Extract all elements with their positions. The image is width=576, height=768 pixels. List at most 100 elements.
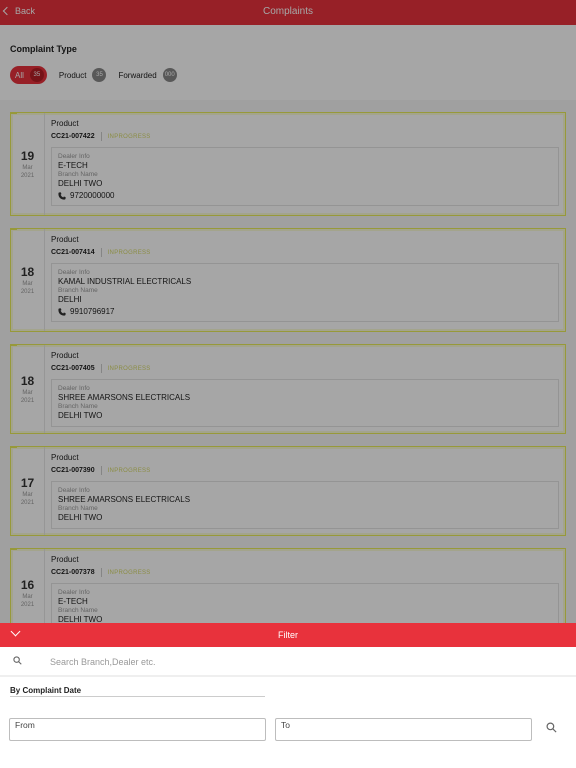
divider [100, 568, 102, 577]
complaint-date: 19 Mar 2021 [11, 113, 45, 215]
complaint-card[interactable]: 19 Mar 2021 Product CC21-007422 INPROGRE… [10, 112, 566, 216]
complaint-type-section: Complaint Type All 35 Product 35 Forward… [0, 25, 576, 100]
count-badge: 35 [29, 68, 44, 82]
status-badge: INPROGRESS [107, 467, 151, 474]
status-badge: INPROGRESS [107, 365, 151, 372]
divider [100, 132, 102, 141]
complaint-category: Product [51, 119, 79, 128]
branch-name: DELHI [58, 295, 82, 304]
date-year: 2021 [20, 173, 35, 179]
date-day: 19 [20, 149, 35, 163]
to-placeholder: To [281, 720, 290, 730]
status-badge: INPROGRESS [107, 133, 151, 140]
dealer-info-box: Dealer Info SHREE AMARSONS ELECTRICALS B… [51, 379, 559, 427]
complaint-category: Product [51, 555, 79, 564]
complaint-category: Product [51, 351, 79, 360]
filter-header[interactable]: Filter [0, 623, 576, 647]
from-placeholder: From [15, 720, 35, 730]
date-filter-label: By Complaint Date [10, 686, 82, 695]
date-day: 16 [20, 578, 35, 592]
complaint-card[interactable]: 18 Mar 2021 Product CC21-007414 INPROGRE… [10, 228, 566, 332]
complaint-card[interactable]: 17 Mar 2021 Product CC21-007390 INPROGRE… [10, 446, 566, 536]
dealer-info-label: Dealer Info [58, 487, 90, 494]
chip-all[interactable]: All 35 [10, 66, 47, 84]
complaint-ref: CC21-007378 [51, 569, 95, 576]
divider [100, 466, 102, 475]
complaint-category: Product [51, 453, 79, 462]
date-month: Mar [22, 594, 33, 600]
branch-name-label: Branch Name [58, 607, 98, 614]
date-year: 2021 [20, 289, 35, 295]
complaint-ref: CC21-007405 [51, 365, 95, 372]
complaint-ref: CC21-007414 [51, 249, 95, 256]
branch-name: DELHI TWO [58, 615, 103, 623]
date-year: 2021 [20, 602, 35, 608]
divider [100, 364, 102, 373]
date-day: 18 [20, 265, 35, 279]
phone-icon [58, 191, 66, 200]
filter-title: Filter [278, 630, 298, 640]
dealer-name: SHREE AMARSONS ELECTRICALS [58, 393, 191, 402]
dealer-info-label: Dealer Info [58, 589, 90, 596]
status-badge: INPROGRESS [107, 249, 151, 256]
dealer-phone[interactable]: 9910796917 [58, 307, 552, 316]
complaint-ref-row: CC21-007405 INPROGRESS [51, 364, 151, 373]
date-day: 17 [20, 476, 35, 490]
phone-icon [58, 307, 66, 316]
branch-name: DELHI TWO [58, 513, 103, 522]
complaint-date: 18 Mar 2021 [11, 229, 45, 331]
complaint-type-title: Complaint Type [10, 44, 77, 54]
phone-number: 9910796917 [70, 307, 115, 316]
dealer-info-box: Dealer Info E-TECH Branch Name DELHI TWO… [51, 147, 559, 206]
count-badge: 000 [162, 68, 177, 82]
chip-forwarded[interactable]: Forwarded 000 [118, 66, 177, 84]
branch-name-label: Branch Name [58, 403, 98, 410]
search-input[interactable] [50, 653, 550, 671]
dealer-info-label: Dealer Info [58, 153, 90, 160]
chip-label: All [15, 70, 24, 80]
search-row [0, 647, 576, 677]
search-icon [13, 656, 22, 665]
complaint-type-chips: All 35 Product 35 Forwarded 000 [10, 66, 177, 84]
branch-name: DELHI TWO [58, 411, 103, 420]
chip-label: Product [58, 70, 87, 80]
dealer-info-box: Dealer Info KAMAL INDUSTRIAL ELECTRICALS… [51, 263, 559, 322]
dealer-name: E-TECH [58, 597, 88, 606]
branch-name: DELHI TWO [58, 179, 103, 188]
phone-number: 9720000000 [70, 191, 115, 200]
chip-label: Forwarded [118, 70, 157, 80]
dealer-name: E-TECH [58, 161, 88, 170]
complaint-date: 18 Mar 2021 [11, 345, 45, 433]
from-date-field[interactable]: From [9, 718, 266, 741]
complaint-ref-row: CC21-007390 INPROGRESS [51, 466, 151, 475]
page-title: Complaints [262, 6, 314, 17]
dealer-info-label: Dealer Info [58, 385, 90, 392]
complaint-category: Product [51, 235, 79, 244]
date-month: Mar [22, 492, 33, 498]
to-date-field[interactable]: To [275, 718, 532, 741]
complaint-ref-row: CC21-007414 INPROGRESS [51, 248, 151, 257]
divider [100, 248, 102, 257]
dealer-info-box: Dealer Info E-TECH Branch Name DELHI TWO [51, 583, 559, 623]
date-month: Mar [22, 390, 33, 396]
complaint-ref-row: CC21-007378 INPROGRESS [51, 568, 151, 577]
branch-name-label: Branch Name [58, 171, 98, 178]
status-badge: INPROGRESS [107, 569, 151, 576]
complaint-list[interactable]: 19 Mar 2021 Product CC21-007422 INPROGRE… [0, 100, 576, 623]
date-year: 2021 [20, 398, 35, 404]
complaint-card[interactable]: 18 Mar 2021 Product CC21-007405 INPROGRE… [10, 344, 566, 434]
chip-product[interactable]: Product 35 [59, 66, 107, 84]
dealer-info-box: Dealer Info SHREE AMARSONS ELECTRICALS B… [51, 481, 559, 529]
branch-name-label: Branch Name [58, 505, 98, 512]
dealer-phone[interactable]: 9720000000 [58, 191, 552, 200]
date-year: 2021 [20, 500, 35, 506]
divider [10, 696, 265, 697]
filter-panel: By Complaint Date From To [0, 647, 576, 768]
complaint-card[interactable]: 16 Mar 2021 Product CC21-007378 INPROGRE… [10, 548, 566, 623]
complaint-date: 16 Mar 2021 [11, 549, 45, 623]
date-day: 18 [20, 374, 35, 388]
search-icon[interactable] [546, 722, 557, 733]
dealer-info-label: Dealer Info [58, 269, 90, 276]
date-month: Mar [22, 165, 33, 171]
complaint-ref: CC21-007390 [51, 467, 95, 474]
